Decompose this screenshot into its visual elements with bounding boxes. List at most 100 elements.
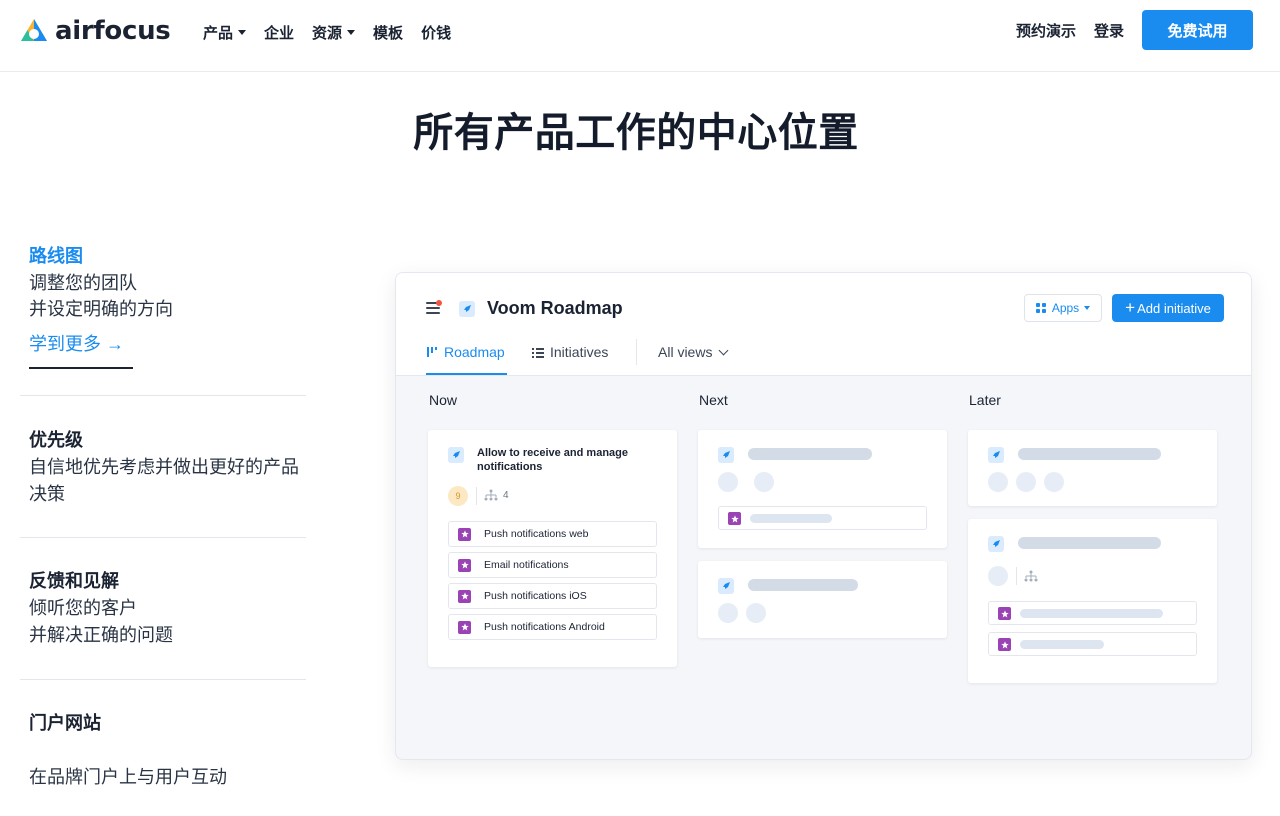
star-icon xyxy=(728,512,741,525)
rocket-icon xyxy=(988,447,1004,463)
rocket-icon xyxy=(448,447,464,463)
apps-grid-icon xyxy=(1035,303,1046,313)
child-item[interactable]: Push notifications Android xyxy=(448,614,657,640)
active-indicator xyxy=(29,367,133,369)
apps-button[interactable]: Apps xyxy=(1024,294,1102,322)
divider xyxy=(20,537,306,538)
feature-title[interactable]: 反馈和见解 xyxy=(29,567,119,593)
skeleton-avatar xyxy=(988,472,1008,492)
free-trial-button[interactable]: 免费试用 xyxy=(1142,10,1253,50)
column-header-now: Now xyxy=(429,392,458,408)
add-initiative-label: Add initiative xyxy=(1137,300,1211,316)
feature-description-line: 倾听您的客户 xyxy=(29,598,137,618)
feature-description-line: 调整您的团队 xyxy=(29,273,137,293)
child-item-label: Push notifications Android xyxy=(484,621,605,633)
tab-roadmap[interactable]: Roadmap xyxy=(426,344,505,360)
tab-label: Roadmap xyxy=(444,344,505,360)
rocket-icon xyxy=(718,578,734,594)
logo[interactable]: airfocus xyxy=(20,16,171,46)
feature-title[interactable]: 路线图 xyxy=(29,242,83,268)
star-icon xyxy=(998,607,1011,620)
tab-label: Initiatives xyxy=(550,344,609,360)
nav-item-pricing[interactable]: 价钱 xyxy=(421,22,451,43)
feature-description-line: 并设定明确的方向 xyxy=(29,299,173,319)
logo-text: airfocus xyxy=(55,16,171,46)
rocket-icon xyxy=(988,536,1004,552)
child-item-label: Push notifications iOS xyxy=(484,590,587,602)
divider xyxy=(20,679,306,680)
score-badge: 9 xyxy=(448,486,468,506)
top-header: airfocus 产品 企业 资源 模板 价钱 预约演示 登录 免费试用 xyxy=(0,0,1280,72)
star-icon xyxy=(458,589,471,603)
roadmap-app-preview: Voom Roadmap Apps + Add initiative Roadm… xyxy=(395,272,1252,760)
child-item-label: Email notifications xyxy=(484,559,569,571)
all-views-dropdown[interactable]: All views xyxy=(658,344,729,360)
rocket-icon xyxy=(459,301,475,317)
nav-item-product[interactable]: 产品 xyxy=(203,22,247,43)
add-initiative-button[interactable]: + Add initiative xyxy=(1112,294,1224,322)
divider xyxy=(1016,567,1017,585)
chevron-down-icon xyxy=(719,345,729,355)
nav-label: 企业 xyxy=(264,25,295,42)
skeleton-line xyxy=(1018,537,1161,549)
initiative-title: Allow to receive and manage notification… xyxy=(477,447,628,473)
child-item[interactable]: Push notifications web xyxy=(448,521,657,547)
skeleton-child-item xyxy=(718,506,927,530)
plus-icon: + xyxy=(1125,298,1136,317)
app-toolbar: Voom Roadmap Apps + Add initiative Roadm… xyxy=(396,273,1251,376)
book-demo-link[interactable]: 预约演示 xyxy=(1016,20,1076,41)
feature-description-line: 在品牌门户上与用户互动 xyxy=(29,767,227,787)
workspace-title: Voom Roadmap xyxy=(487,298,623,318)
hierarchy-icon xyxy=(1024,570,1038,582)
placeholder-card[interactable] xyxy=(968,519,1217,683)
skeleton-avatar xyxy=(1016,472,1036,492)
skeleton-line xyxy=(1020,609,1163,618)
caret-down-icon xyxy=(347,30,356,35)
nav-label: 模板 xyxy=(373,25,404,42)
skeleton-child-item xyxy=(988,601,1197,625)
skeleton-avatar xyxy=(746,603,766,623)
learn-more-link[interactable]: 学到更多 → xyxy=(29,330,124,356)
page-title: 所有产品工作的中心位置 xyxy=(413,111,859,155)
tab-label: All views xyxy=(658,344,713,360)
main-nav: 产品 企业 资源 模板 价钱 xyxy=(203,22,469,43)
skeleton-avatar xyxy=(1044,472,1064,492)
skeleton-avatar xyxy=(718,603,738,623)
skeleton-line xyxy=(1020,640,1104,649)
placeholder-card[interactable] xyxy=(968,430,1217,506)
skeleton-avatar xyxy=(718,472,738,492)
column-header-later: Later xyxy=(969,392,1001,408)
child-item[interactable]: Push notifications iOS xyxy=(448,583,657,609)
nav-label: 价钱 xyxy=(421,25,452,42)
divider xyxy=(476,487,477,505)
tab-initiatives[interactable]: Initiatives xyxy=(532,344,608,360)
star-icon xyxy=(998,638,1011,651)
active-tab-indicator xyxy=(426,373,507,375)
divider xyxy=(636,339,637,365)
skeleton-avatar xyxy=(988,566,1008,586)
hierarchy-icon xyxy=(484,489,498,501)
placeholder-card[interactable] xyxy=(698,561,947,638)
nav-item-enterprise[interactable]: 企业 xyxy=(264,22,294,43)
nav-label: 产品 xyxy=(203,25,234,42)
child-item-label: Push notifications web xyxy=(484,528,589,540)
star-icon xyxy=(458,527,471,541)
child-item[interactable]: Email notifications xyxy=(448,552,657,578)
skeleton-avatar xyxy=(754,472,774,492)
nav-label: 资源 xyxy=(312,25,343,42)
login-link[interactable]: 登录 xyxy=(1094,20,1124,41)
roadmap-icon xyxy=(427,347,437,357)
nav-item-templates[interactable]: 模板 xyxy=(373,22,403,43)
feature-title[interactable]: 门户网站 xyxy=(29,709,101,735)
divider xyxy=(20,395,306,396)
skeleton-line xyxy=(750,514,832,523)
feature-title[interactable]: 优先级 xyxy=(29,426,83,452)
notification-dot xyxy=(436,300,442,306)
child-count: 4 xyxy=(503,490,509,501)
nav-item-resources[interactable]: 资源 xyxy=(312,22,356,43)
caret-down-icon xyxy=(1084,306,1091,310)
placeholder-card[interactable] xyxy=(698,430,947,548)
rocket-icon xyxy=(718,447,734,463)
skeleton-line xyxy=(1018,448,1161,460)
initiative-card[interactable]: Allow to receive and manage notification… xyxy=(428,430,677,667)
